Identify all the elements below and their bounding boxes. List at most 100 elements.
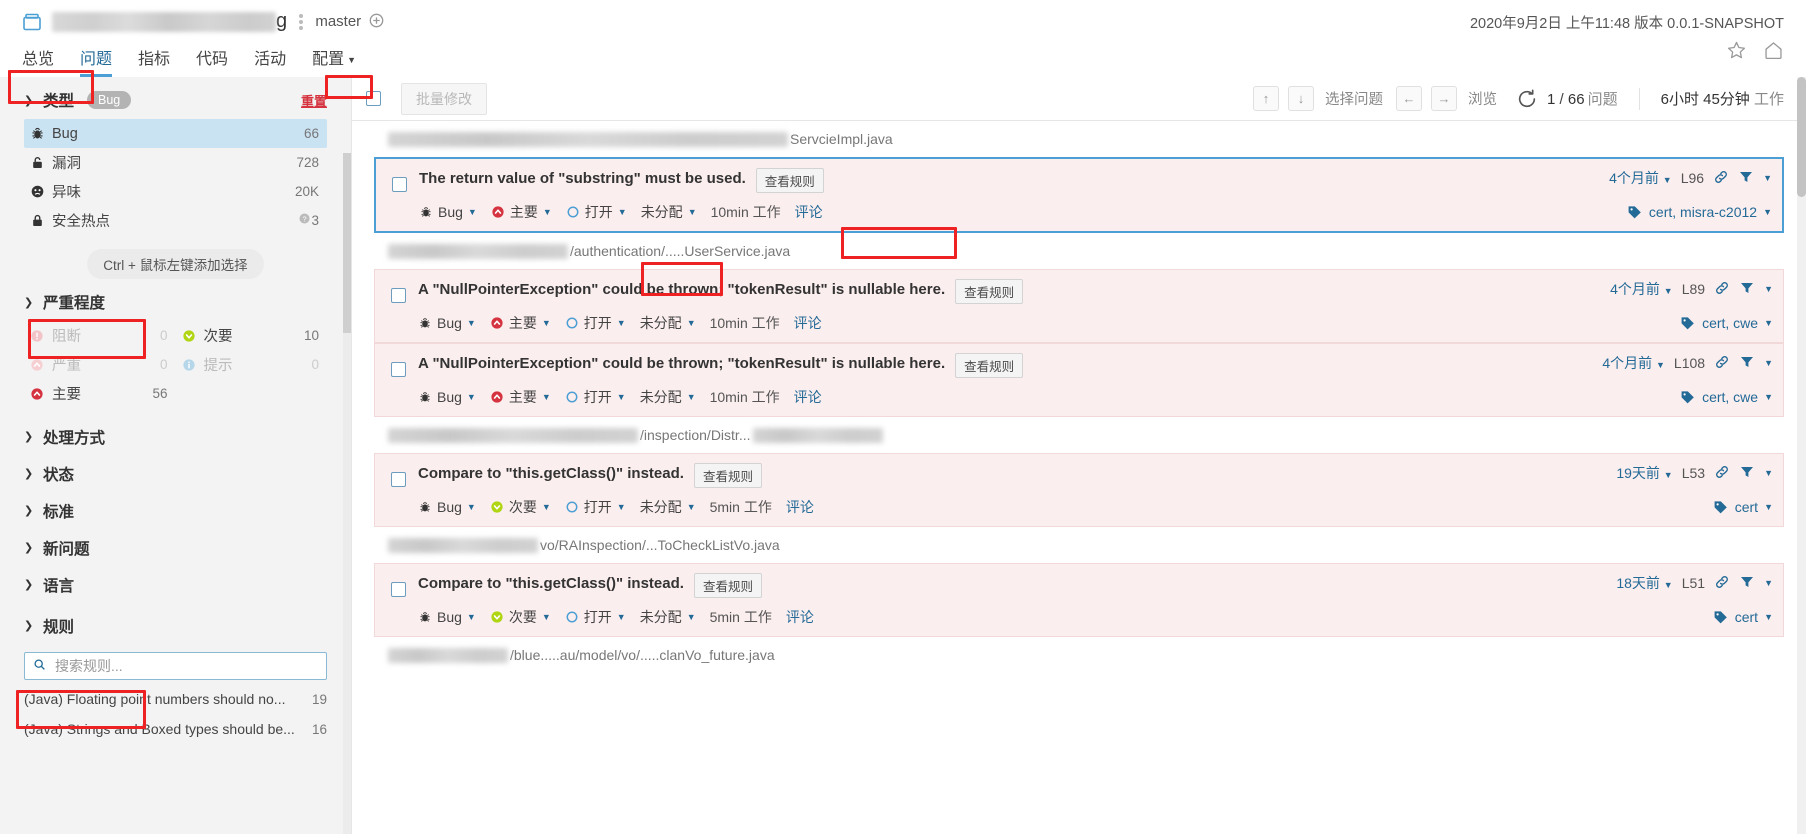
permalink-icon[interactable]	[1714, 280, 1730, 299]
issue-status-button[interactable]: 打开 ▼	[565, 387, 626, 407]
sidebar-scrollbar-thumb[interactable]	[343, 153, 351, 333]
bulk-change-button[interactable]: 批量修改	[401, 82, 487, 115]
issue-card[interactable]: Compare to "this.getClass()" instead. 查看…	[374, 563, 1784, 637]
key-left-button[interactable]: ←	[1396, 86, 1423, 111]
permalink-icon[interactable]	[1714, 464, 1730, 483]
facet-item-critical[interactable]: 严重 0	[24, 350, 176, 379]
issue-status-button[interactable]: 打开 ▼	[565, 497, 626, 517]
filter-icon[interactable]	[1739, 280, 1755, 299]
permalink-icon[interactable]	[1714, 354, 1730, 373]
issue-comment-button[interactable]: 评论	[786, 607, 814, 627]
facet-item-blocker[interactable]: 阻断 0	[24, 321, 176, 350]
rule-list-item[interactable]: (Java) Floating point numbers should no.…	[24, 684, 327, 714]
filter-icon[interactable]	[1738, 169, 1754, 188]
issue-comment-button[interactable]: 评论	[795, 202, 823, 222]
facet-new-issues[interactable]: ❯ 新问题	[24, 529, 327, 566]
issue-message[interactable]: A "NullPointerException" could be thrown…	[418, 279, 945, 299]
file-path-header[interactable]: /inspection/Distr...	[374, 417, 1784, 453]
issue-tags[interactable]: cert, misra-c2012 ▼	[1613, 204, 1772, 220]
facet-item-info[interactable]: 提示 0	[176, 350, 328, 379]
rule-search-box[interactable]	[24, 652, 327, 680]
facet-item-bug[interactable]: Bug 66	[24, 119, 327, 148]
nav-item-code[interactable]: 代码	[196, 45, 228, 77]
branch-dropdown-icon[interactable]	[369, 13, 384, 31]
facet-standards[interactable]: ❯ 标准	[24, 492, 327, 529]
issue-type-button[interactable]: Bug ▼	[419, 204, 477, 220]
nav-item-measures[interactable]: 指标	[138, 45, 170, 77]
rule-list-item[interactable]: (Java) Strings and Boxed types should be…	[24, 714, 327, 744]
issues-scrollbar-thumb[interactable]	[1797, 77, 1806, 197]
file-path-header[interactable]: vo/RAInspection/...ToCheckListVo.java	[374, 527, 1784, 563]
issue-type-button[interactable]: Bug ▼	[418, 389, 476, 405]
nav-item-issues[interactable]: 问题	[80, 45, 113, 77]
issue-comment-button[interactable]: 评论	[786, 497, 814, 517]
facet-item-minor[interactable]: 次要 10	[176, 321, 328, 350]
facet-item-vulnerability[interactable]: 漏洞 728	[24, 148, 327, 177]
nav-item-overview[interactable]: 总览	[22, 45, 54, 77]
issue-checkbox[interactable]	[392, 177, 407, 192]
issue-tags[interactable]: cert, cwe ▼	[1666, 315, 1773, 331]
facet-item-major[interactable]: 主要 56	[24, 379, 176, 408]
issue-type-button[interactable]: Bug ▼	[418, 315, 476, 331]
key-up-button[interactable]: ↑	[1253, 86, 1280, 111]
issue-card[interactable]: The return value of "substring" must be …	[374, 157, 1784, 233]
facet-type-header[interactable]: ❯ 类型 Bug 重置	[24, 83, 327, 117]
rule-search-input[interactable]	[53, 657, 318, 675]
issue-tags[interactable]: cert ▼	[1699, 499, 1773, 515]
file-path-header[interactable]: /authentication/.....UserService.java	[374, 233, 1784, 269]
issue-severity-button[interactable]: 主要 ▼	[491, 202, 552, 222]
issue-checkbox[interactable]	[391, 472, 406, 487]
issue-assignee-button[interactable]: 未分配 ▼	[640, 313, 696, 333]
issue-severity-button[interactable]: 次要 ▼	[490, 497, 551, 517]
permalink-icon[interactable]	[1713, 169, 1729, 188]
nav-item-activity[interactable]: 活动	[254, 45, 286, 77]
view-rule-button[interactable]: 查看规则	[693, 573, 762, 598]
filter-icon[interactable]	[1739, 354, 1755, 373]
key-right-button[interactable]: →	[1431, 86, 1458, 111]
issue-type-button[interactable]: Bug ▼	[418, 609, 476, 625]
issue-status-button[interactable]: 打开 ▼	[565, 313, 626, 333]
view-rule-button[interactable]: 查看规则	[755, 168, 824, 193]
facet-resolution[interactable]: ❯ 处理方式	[24, 418, 327, 455]
view-rule-button[interactable]: 查看规则	[955, 279, 1024, 304]
issue-assignee-button[interactable]: 未分配 ▼	[640, 387, 696, 407]
issue-assignee-button[interactable]: 未分配 ▼	[640, 607, 696, 627]
issue-comment-button[interactable]: 评论	[794, 313, 822, 333]
file-path-header[interactable]: ServcieImpl.java	[374, 121, 1784, 157]
branch-name[interactable]: master	[315, 13, 361, 30]
facet-rules-header[interactable]: ❯ 规则	[24, 607, 327, 644]
issue-assignee-button[interactable]: 未分配 ▼	[640, 497, 696, 517]
issue-message[interactable]: Compare to "this.getClass()" instead.	[418, 573, 684, 593]
select-all-checkbox[interactable]	[366, 91, 381, 106]
issue-checkbox[interactable]	[391, 582, 406, 597]
issue-message[interactable]: A "NullPointerException" could be thrown…	[418, 353, 945, 373]
key-down-button[interactable]: ↓	[1288, 86, 1315, 111]
issue-comment-button[interactable]: 评论	[794, 387, 822, 407]
issue-status-button[interactable]: 打开 ▼	[566, 202, 627, 222]
issue-date[interactable]: 18天前 ▼	[1616, 573, 1672, 593]
issue-assignee-button[interactable]: 未分配 ▼	[641, 202, 697, 222]
sidebar-scrollbar[interactable]	[343, 153, 351, 834]
issue-tags[interactable]: cert ▼	[1699, 609, 1773, 625]
permalink-icon[interactable]	[1714, 574, 1730, 593]
issue-message[interactable]: The return value of "substring" must be …	[419, 168, 746, 188]
issue-tags[interactable]: cert, cwe ▼	[1666, 389, 1773, 405]
issue-card[interactable]: A "NullPointerException" could be thrown…	[374, 269, 1784, 343]
issue-date[interactable]: 4个月前 ▼	[1609, 168, 1672, 188]
issue-checkbox[interactable]	[391, 362, 406, 377]
view-rule-button[interactable]: 查看规则	[693, 463, 762, 488]
filter-icon[interactable]	[1739, 464, 1755, 483]
issue-message[interactable]: Compare to "this.getClass()" instead.	[418, 463, 684, 483]
facet-item-code-smell[interactable]: 异味 20K	[24, 177, 327, 206]
issue-status-button[interactable]: 打开 ▼	[565, 607, 626, 627]
issue-severity-button[interactable]: 主要 ▼	[490, 387, 551, 407]
star-icon[interactable]	[1726, 40, 1747, 64]
help-icon[interactable]: ?	[298, 212, 311, 229]
issue-card[interactable]: A "NullPointerException" could be thrown…	[374, 343, 1784, 417]
issue-type-button[interactable]: Bug ▼	[418, 499, 476, 515]
view-rule-button[interactable]: 查看规则	[955, 353, 1024, 378]
issue-severity-button[interactable]: 次要 ▼	[490, 607, 551, 627]
facet-item-security-hotspot[interactable]: 安全热点 ? 3	[24, 206, 327, 235]
facet-severity-header[interactable]: ❯ 严重程度	[24, 285, 327, 319]
issue-card[interactable]: Compare to "this.getClass()" instead. 查看…	[374, 453, 1784, 527]
